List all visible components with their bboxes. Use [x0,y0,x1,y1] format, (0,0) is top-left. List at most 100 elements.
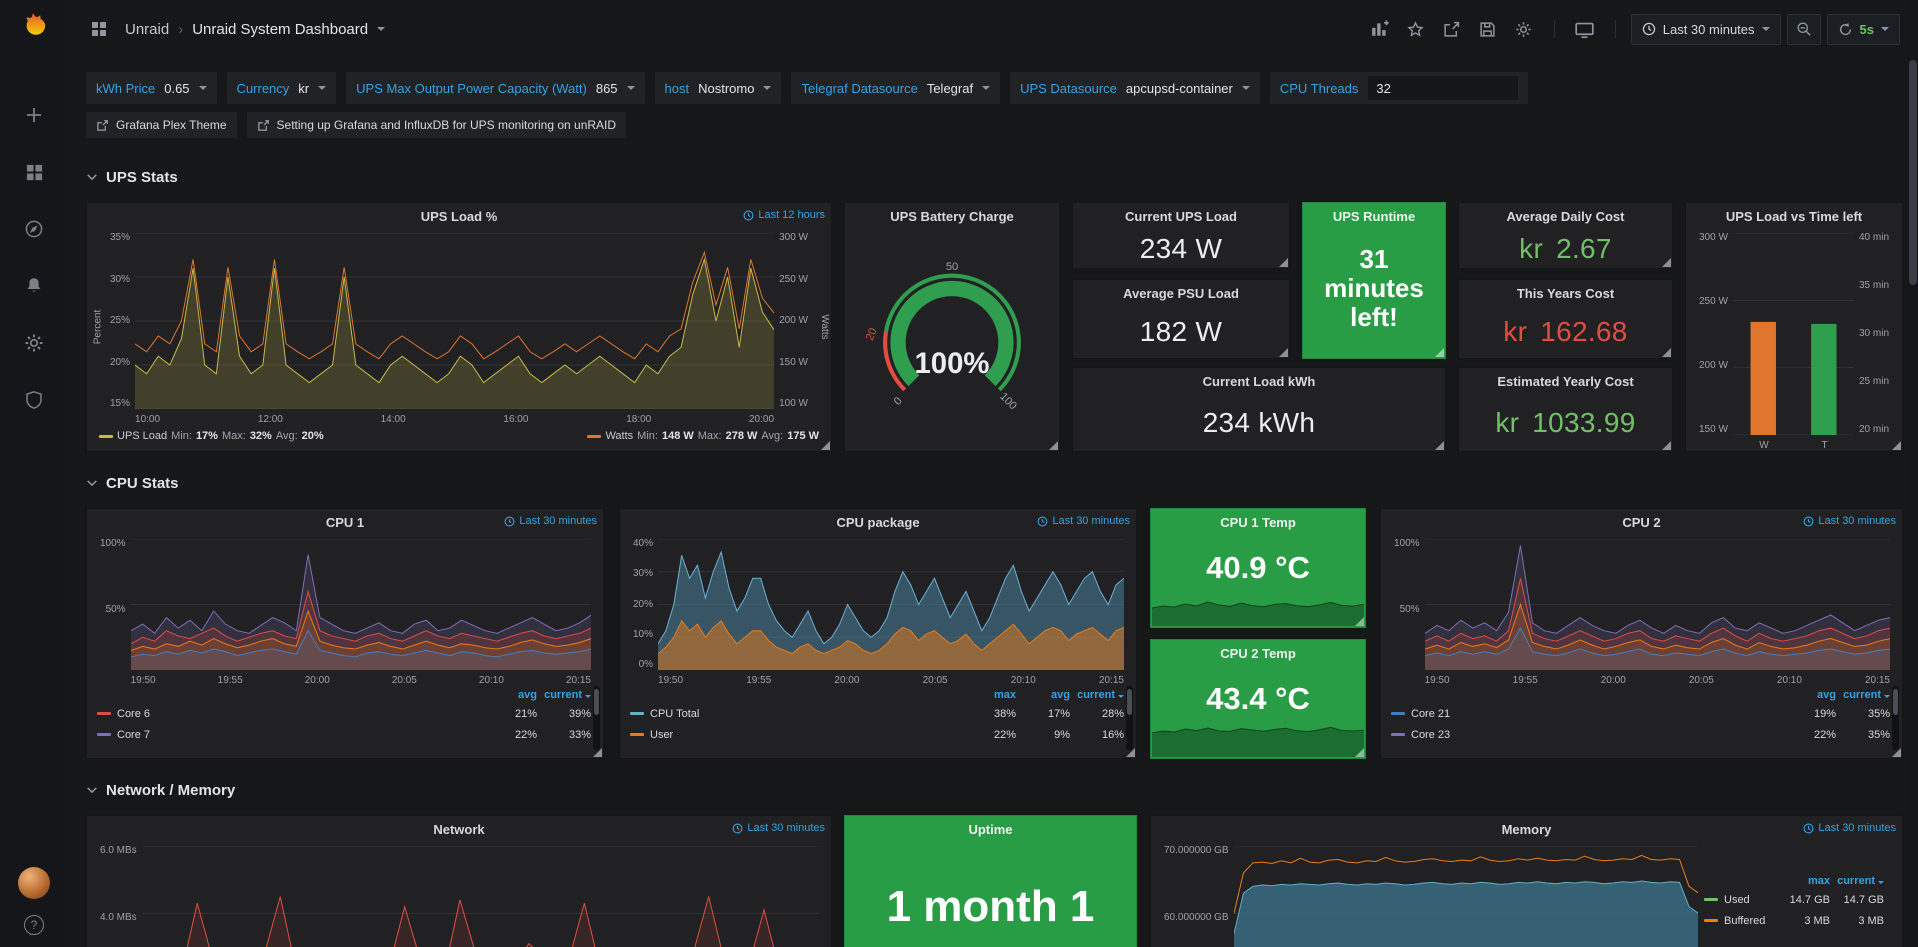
time-range-picker[interactable]: Last 30 minutes [1631,14,1781,45]
share-icon[interactable] [1437,14,1467,44]
series-color-swatch[interactable] [97,733,111,736]
legend-value: 16% [1070,729,1124,741]
panel-title[interactable]: UPS Battery Charge [890,209,1014,224]
legend-series-toggle[interactable]: Core 7 [97,729,483,741]
tick-label: 35% [110,233,130,243]
panel-title[interactable]: CPU 1 [326,515,364,530]
legend-scrollbar[interactable] [593,686,600,750]
legend-value: 14.7 GB [1776,894,1830,906]
cpu-package-chart[interactable] [658,539,1124,670]
tick-label: 10:00 [135,414,160,425]
panel-title[interactable]: Current Load kWh [1203,374,1316,389]
series-color-swatch[interactable] [630,733,644,736]
dashboards-icon[interactable] [19,157,49,187]
section-ups-stats[interactable]: UPS Stats [86,164,1903,190]
panel-title[interactable]: UPS Load % [421,209,498,224]
legend-column-max[interactable]: max [962,689,1016,701]
legend-series-toggle[interactable]: UPS Load Min: 17% Max: 32% Avg: 20% [99,430,324,442]
server-admin-shield-icon[interactable] [19,385,49,415]
series-color-swatch[interactable] [1704,919,1718,922]
add-panel-icon[interactable] [1365,14,1395,44]
panel-title[interactable]: CPU package [836,515,919,530]
variable-ups-datasource[interactable]: UPS Datasource apcupsd-container [1010,72,1260,104]
legend-value: 22% [962,729,1016,741]
zoom-out-button[interactable] [1787,14,1821,45]
cycle-view-tv-icon[interactable] [1570,14,1600,44]
panel-time-override: Last 30 minutes [504,515,597,527]
panel-title[interactable]: UPS Load vs Time left [1726,209,1862,224]
panel-title[interactable]: Average PSU Load [1123,286,1239,301]
explore-compass-icon[interactable] [19,214,49,244]
panel-title[interactable]: This Years Cost [1517,286,1614,301]
legend-column-current[interactable]: current [537,689,591,701]
variable-host[interactable]: host Nostromo [655,72,782,104]
network-chart[interactable] [142,846,819,947]
memory-chart[interactable] [1234,846,1699,947]
panel-title[interactable]: CPU 1 Temp [1220,515,1296,530]
link-ups-monitoring-guide[interactable]: Setting up Grafana and InfluxDB for UPS … [247,112,627,138]
page-scrollbar[interactable] [1908,0,1918,947]
help-icon[interactable]: ? [24,915,44,935]
legend-scrollbar[interactable] [1126,686,1133,750]
panel-cpu1: CPU 1 Last 30 minutes 100%50% 19:5019:55… [86,508,604,759]
dashboard-title[interactable]: Unraid System Dashboard [192,21,368,38]
legend-column-max[interactable]: max [1776,875,1830,887]
variable-telegraf-datasource[interactable]: Telegraf Datasource Telegraf [791,72,1000,104]
link-grafana-plex-theme[interactable]: Grafana Plex Theme [86,112,237,138]
legend-scrollbar[interactable] [1892,686,1899,750]
legend-series-toggle[interactable]: Core 21 [1391,708,1782,720]
settings-gear-icon[interactable] [1509,14,1539,44]
legend-column-avg[interactable]: avg [483,689,537,701]
variable-kwh-price[interactable]: kWh Price 0.65 [86,72,217,104]
legend-column-avg[interactable]: avg [1782,689,1836,701]
legend-column-current[interactable]: current [1836,689,1890,701]
cpu2-chart[interactable] [1425,539,1890,670]
panel-title[interactable]: CPU 2 [1622,515,1660,530]
configuration-gear-icon[interactable] [19,328,49,358]
panel-title[interactable]: Network [433,822,484,837]
apps-grid-icon[interactable] [84,14,114,44]
section-network-memory[interactable]: Network / Memory [86,777,1903,803]
save-icon[interactable] [1473,14,1503,44]
ups-load-chart[interactable] [135,233,774,409]
chevron-down-icon[interactable] [377,27,385,31]
series-color-swatch[interactable] [1391,712,1405,715]
panel-title[interactable]: CPU 2 Temp [1220,646,1296,661]
star-icon[interactable] [1401,14,1431,44]
cpu1-chart[interactable] [131,539,591,670]
legend-series-toggle[interactable]: Watts Min: 148 W Max: 278 W Avg: 175 W [587,430,819,442]
tick-label: 35 min [1859,281,1889,291]
legend-series-toggle[interactable]: Used [1704,894,1776,906]
create-icon[interactable] [19,100,49,130]
variable-ups-max-output[interactable]: UPS Max Output Power Capacity (Watt) 865 [346,72,644,104]
panel-title[interactable]: Estimated Yearly Cost [1497,374,1633,389]
panel-title[interactable]: Uptime [968,822,1012,837]
series-color-swatch[interactable] [630,712,644,715]
battery-gauge[interactable]: 0 20 50 100 100% [845,229,1059,451]
scrollbar-thumb[interactable] [1909,60,1917,285]
legend-series-toggle[interactable]: Core 23 [1391,729,1782,741]
section-cpu-stats[interactable]: CPU Stats [86,470,1903,496]
panel-title[interactable]: Current UPS Load [1125,209,1237,224]
legend-series-toggle[interactable]: CPU Total [630,708,962,720]
series-color-swatch[interactable] [1704,898,1718,901]
refresh-picker[interactable]: 5s [1827,14,1900,45]
legend-column-current[interactable]: current [1830,875,1884,887]
grafana-logo[interactable] [17,8,51,42]
panel-title[interactable]: Memory [1502,822,1552,837]
ups-vs-time-bars[interactable] [1733,233,1854,435]
alerting-bell-icon[interactable] [19,271,49,301]
legend-column-current[interactable]: current [1070,689,1124,701]
series-color-swatch[interactable] [97,712,111,715]
breadcrumb-app[interactable]: Unraid [125,21,169,38]
legend-series-toggle[interactable]: Core 6 [97,708,483,720]
user-avatar[interactable] [18,867,50,899]
cpu-threads-input[interactable]: 32 [1368,76,1518,100]
legend-series-toggle[interactable]: User [630,729,962,741]
panel-title[interactable]: Average Daily Cost [1506,209,1624,224]
variable-currency[interactable]: Currency kr [227,72,337,104]
legend-series-toggle[interactable]: Buffered [1704,915,1776,927]
legend-column-avg[interactable]: avg [1016,689,1070,701]
panel-title[interactable]: UPS Runtime [1333,209,1415,224]
series-color-swatch[interactable] [1391,733,1405,736]
